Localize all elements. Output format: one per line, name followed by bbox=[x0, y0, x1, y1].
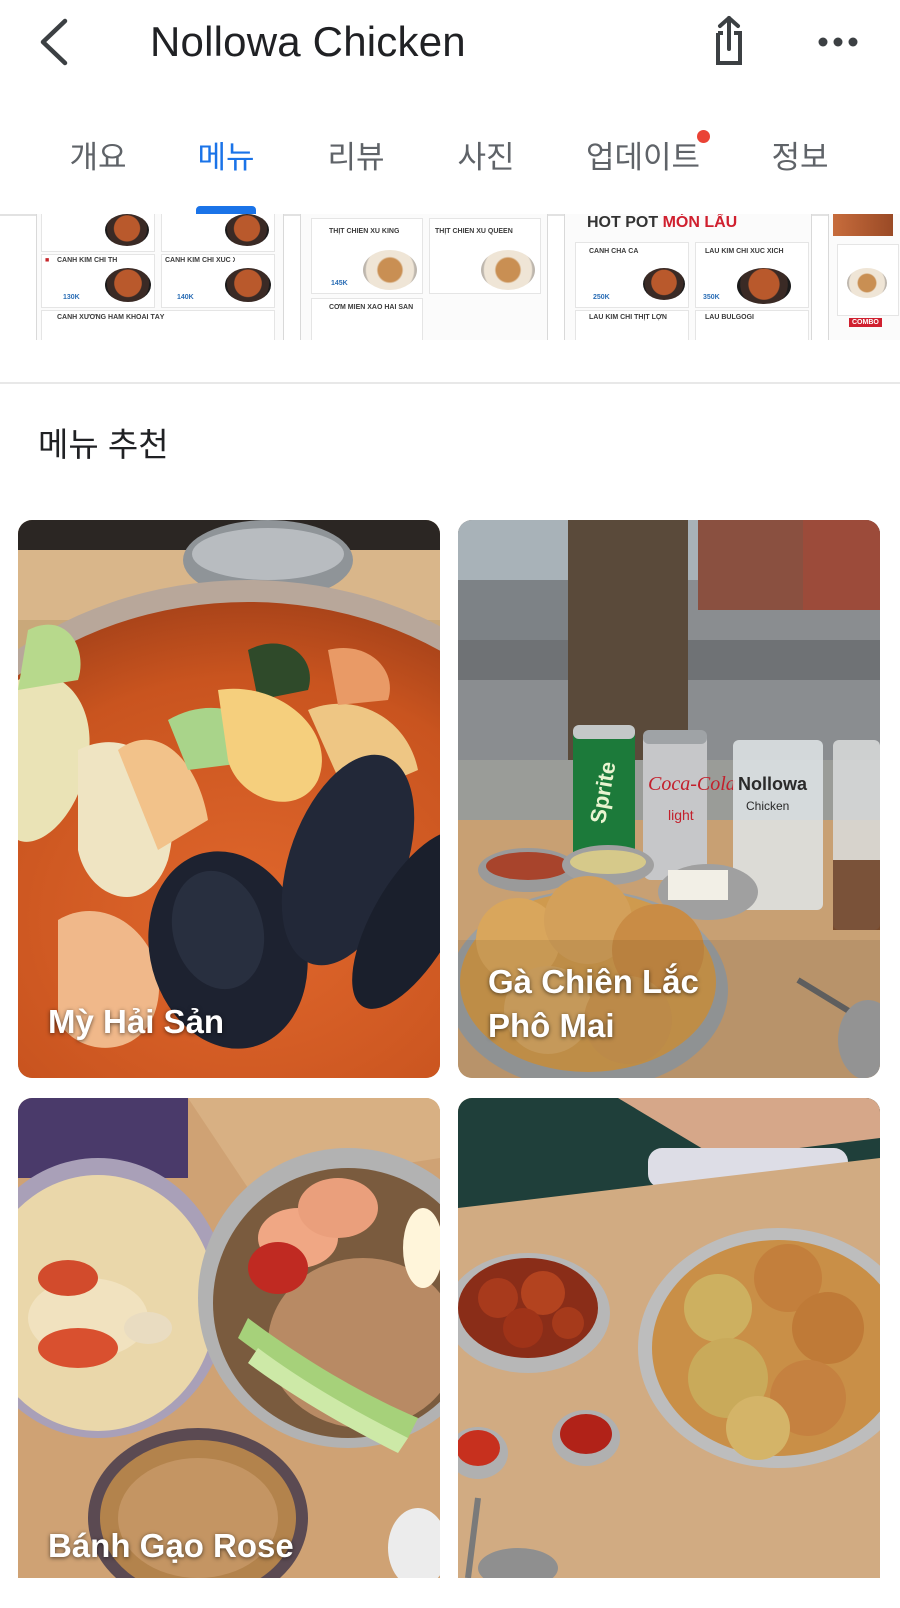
dish-card[interactable]: Mỳ Hải Sản bbox=[18, 520, 440, 1078]
menu-image[interactable]: THỊT CHIÊN XÙ KING THỊT CHIÊN XÙ QUEEN 1… bbox=[300, 214, 548, 340]
active-tab-indicator bbox=[196, 206, 256, 214]
menu-item-text: CANH XƯƠNG HẦM KHOAI TÂY bbox=[57, 314, 165, 321]
menu-item-text: CƠM MIẾN XÀO HẢI SẢN bbox=[329, 304, 414, 311]
glass-brand-text: Chicken bbox=[746, 799, 789, 813]
menu-item-text: CANH KIM CHI XÚC XÍCH bbox=[165, 257, 235, 264]
menu-item-text: LẨU KIM CHI THỊT LỢN bbox=[589, 314, 667, 321]
tab-menu[interactable]: 메뉴 bbox=[186, 118, 266, 214]
dish-photo bbox=[18, 520, 440, 1078]
menu-item-text: CANH CHẢ CÁ bbox=[589, 248, 639, 255]
recommended-menu-heading: 메뉴 추천 bbox=[38, 426, 169, 463]
tab-updates[interactable]: 업데이트 bbox=[578, 118, 708, 214]
dish-photo bbox=[458, 1098, 880, 1578]
can-brand-text: light bbox=[668, 807, 694, 823]
menu-item-text: THỊT CHIÊN XÙ KING bbox=[329, 228, 399, 235]
menu-heading: HOT POT MÓN LẨU bbox=[587, 214, 738, 231]
dish-card[interactable]: Sprite Coca-Cola light Nollowa Chicken G… bbox=[458, 520, 880, 1078]
menu-image[interactable]: HOT POT MÓN LẨU CANH CHẢ CÁ LẨU KIM CHI … bbox=[564, 214, 812, 340]
more-options-button[interactable] bbox=[810, 16, 866, 68]
place-title: Nollowa Chicken bbox=[150, 18, 466, 65]
menu-image[interactable]: ■ CANH KIM CHI THỊT LỢN CANH KIM CHI XÚC… bbox=[36, 214, 284, 340]
menu-item-text: LẨU BULGOGI bbox=[705, 314, 754, 321]
tab-overview[interactable]: 개요 bbox=[58, 118, 138, 214]
tab-bar: 개요 메뉴 리뷰 사진 업데이트 정보 bbox=[0, 118, 900, 216]
divider bbox=[0, 382, 900, 384]
tab-photos[interactable]: 사진 bbox=[446, 118, 526, 214]
share-button[interactable] bbox=[700, 12, 756, 72]
back-button[interactable] bbox=[30, 14, 78, 70]
menu-image-carousel[interactable]: ■ CANH KIM CHI THỊT LỢN CANH KIM CHI XÚC… bbox=[0, 214, 900, 340]
menu-item-text: THỊT CHIÊN XÙ QUEEN bbox=[435, 228, 513, 235]
menu-item-text: COMBO bbox=[849, 318, 882, 327]
bottom-edge bbox=[0, 1578, 900, 1608]
menu-item-text: CANH KIM CHI THỊT LỢN bbox=[57, 257, 117, 264]
more-horizontal-icon bbox=[818, 37, 858, 47]
dish-name: Mỳ Hải Sản bbox=[48, 1003, 225, 1040]
chevron-left-icon bbox=[40, 18, 68, 66]
can-brand-text: Coca-Cola bbox=[648, 773, 736, 795]
tab-reviews[interactable]: 리뷰 bbox=[316, 118, 396, 214]
glass-brand-text: Nollowa bbox=[738, 774, 808, 794]
dish-name: Gà Chiên Lắc Phô Mai bbox=[488, 963, 699, 1044]
share-icon bbox=[716, 16, 742, 65]
dish-card[interactable] bbox=[458, 1098, 880, 1578]
menu-image[interactable]: COMBO bbox=[828, 214, 900, 340]
top-app-bar: Nollowa Chicken bbox=[0, 0, 900, 88]
menu-item-text: LẨU KIM CHI XÚC XÍCH bbox=[705, 248, 784, 255]
dish-photo bbox=[18, 1098, 440, 1578]
dish-name: Bánh Gạo Rose bbox=[48, 1527, 294, 1564]
tab-about[interactable]: 정보 bbox=[760, 118, 840, 214]
dish-card[interactable]: Bánh Gạo Rose bbox=[18, 1098, 440, 1578]
notification-dot bbox=[697, 130, 710, 143]
